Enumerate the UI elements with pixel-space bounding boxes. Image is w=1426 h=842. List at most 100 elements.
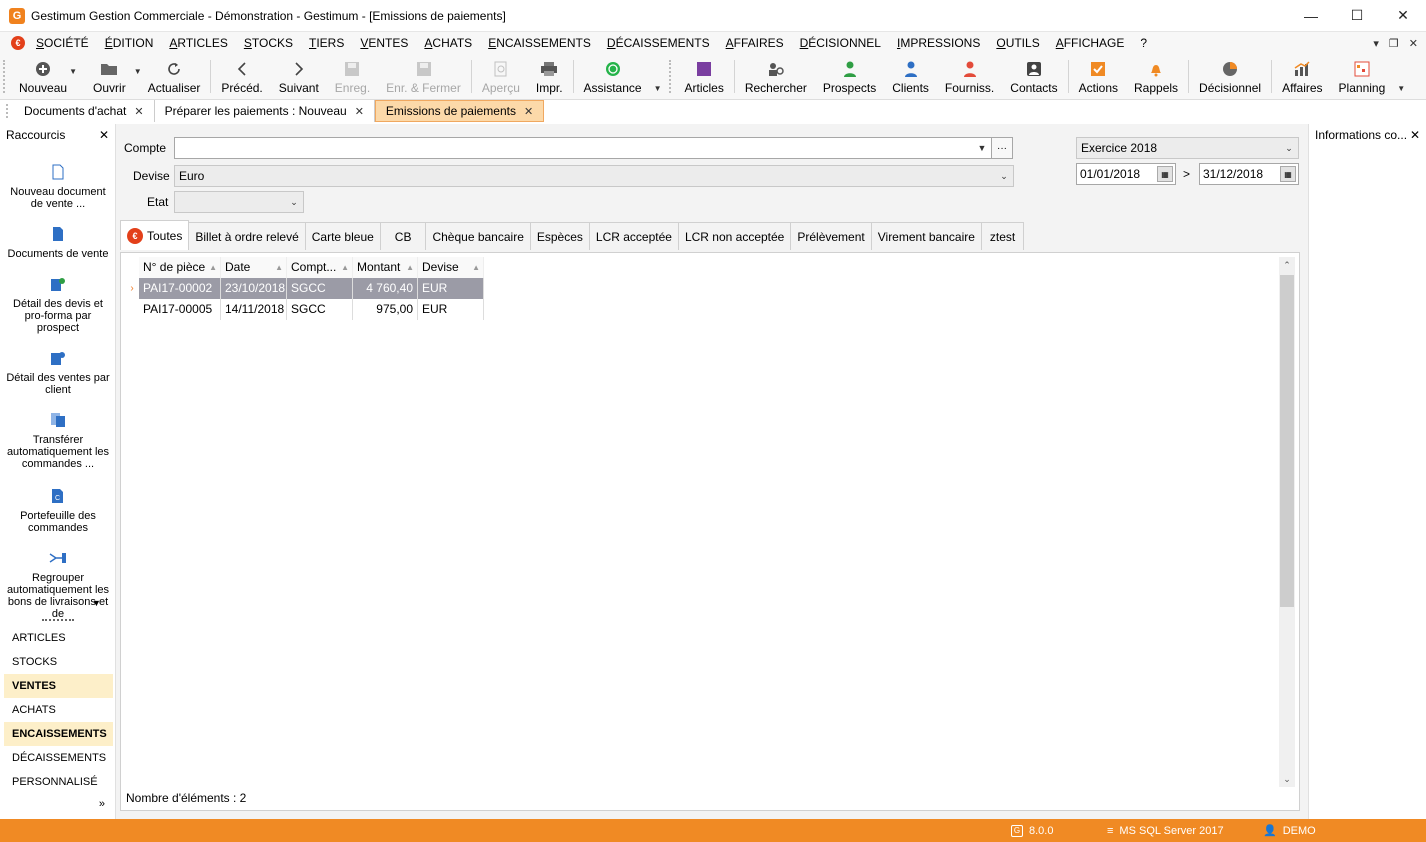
shortcut-documents-vente[interactable]: Documents de vente (0, 224, 116, 260)
close-icon[interactable]: ✕ (1410, 128, 1420, 142)
cell-devise[interactable]: EUR (418, 278, 484, 299)
prospects-button[interactable]: Prospects (815, 54, 884, 99)
cell-compte[interactable]: SGCC (287, 278, 353, 299)
minimize-button[interactable]: — (1288, 0, 1334, 32)
shortcut-portefeuille-commandes[interactable]: C Portefeuille des commandes (0, 486, 116, 534)
articles-button[interactable]: Articles (677, 54, 732, 99)
mdi-minimize-button[interactable]: ▾ (1373, 37, 1379, 50)
sidebar-category-decaissements[interactable]: DÉCAISSEMENTS (4, 746, 113, 770)
close-button[interactable]: ✕ (1380, 0, 1426, 32)
calendar-icon[interactable]: ▦ (1157, 166, 1173, 182)
tab-carte-bleue[interactable]: Carte bleue (304, 222, 381, 250)
sidebar-category-stocks[interactable]: STOCKS (4, 650, 113, 674)
toolbar-overflow-icon[interactable]: ▼ (1393, 54, 1409, 99)
doc-tab-documents-achat[interactable]: Documents d'achat ✕ (14, 100, 155, 122)
date-from-input[interactable]: 01/01/2018 ▦ (1076, 163, 1176, 185)
suivant-button[interactable]: Suivant (271, 54, 327, 99)
close-icon[interactable]: ✕ (524, 105, 533, 118)
planning-button[interactable]: Planning (1331, 54, 1394, 99)
doc-tab-preparer-paiements[interactable]: Préparer les paiements : Nouveau ✕ (155, 100, 375, 122)
preced-button[interactable]: Précéd. (213, 54, 270, 99)
toolbar-grip[interactable] (3, 60, 11, 93)
rechercher-button[interactable]: Rechercher (737, 54, 815, 99)
chevron-down-icon[interactable]: ⌄ (285, 192, 303, 212)
menu-tiers[interactable]: TIERS (301, 32, 352, 54)
menu-decaissements[interactable]: DÉCAISSEMENTS (599, 32, 718, 54)
mdi-close-button[interactable]: ✕ (1409, 37, 1418, 50)
menu-achats[interactable]: ACHATS (416, 32, 480, 54)
close-icon[interactable]: ✕ (99, 128, 109, 142)
compte-lookup-button[interactable]: ··· (991, 137, 1013, 159)
rappels-button[interactable]: Rappels (1126, 54, 1186, 99)
actualiser-button[interactable]: Actualiser (140, 54, 209, 99)
tab-lcr-acceptee[interactable]: LCR acceptée (588, 222, 679, 250)
cell-montant[interactable]: 975,00 (353, 299, 418, 320)
menu-affaires[interactable]: AFFAIRES (718, 32, 792, 54)
sidebar-more-button[interactable]: » (99, 798, 105, 810)
scrollbar-thumb[interactable] (1280, 275, 1294, 607)
toolbar-overflow-icon[interactable]: ▼ (650, 54, 666, 99)
menu-stocks[interactable]: STOCKS (236, 32, 301, 54)
impr-button[interactable]: Impr. (528, 54, 571, 99)
apercu-button[interactable]: Aperçu (474, 54, 528, 99)
exercice-select[interactable]: Exercice 2018 ⌄ (1076, 137, 1299, 159)
shortcut-nouveau-document-vente[interactable]: Nouveau document de vente ... (0, 162, 116, 210)
column-header-piece[interactable]: N° de pièce ▲ (139, 257, 221, 278)
menu-affichage[interactable]: AFFICHAGE (1048, 32, 1133, 54)
cell-piece[interactable]: PAI17-00005 (139, 299, 221, 320)
clients-button[interactable]: Clients (884, 54, 937, 99)
cell-compte[interactable]: SGCC (287, 299, 353, 320)
menu-outils[interactable]: OUTILS (988, 32, 1047, 54)
contacts-button[interactable]: Contacts (1002, 54, 1065, 99)
close-icon[interactable]: ✕ (134, 105, 143, 118)
tab-lcr-non-acceptee[interactable]: LCR non acceptée (677, 222, 792, 250)
enr-fermer-button[interactable]: Enr. & Fermer (378, 54, 469, 99)
cell-montant[interactable]: 4 760,40 (353, 278, 418, 299)
nouveau-button[interactable]: Nouveau ▼ (11, 54, 77, 99)
sidebar-category-achats[interactable]: ACHATS (4, 698, 113, 722)
compte-input[interactable]: ▼ (174, 137, 992, 159)
menu-articles[interactable]: ARTICLES (161, 32, 235, 54)
shortcut-regrouper-bl[interactable]: Regrouper automatiquement les bons de li… (0, 548, 116, 620)
tab-prelevement[interactable]: Prélèvement (790, 222, 872, 250)
table-row[interactable]: › PAI17-00002 23/10/2018 SGCC 4 760,40 E… (125, 278, 484, 299)
shortcut-detail-ventes[interactable]: Détail des ventes par client (0, 348, 116, 396)
menu-edition[interactable]: ÉDITION (97, 32, 162, 54)
devise-select[interactable]: Euro ⌄ (174, 165, 1014, 187)
scroll-up-icon[interactable]: ⌃ (1279, 257, 1295, 273)
close-icon[interactable]: ✕ (355, 105, 364, 118)
grid-vertical-scrollbar[interactable]: ⌃ ⌄ (1279, 257, 1295, 787)
table-row[interactable]: PAI17-00005 14/11/2018 SGCC 975,00 EUR (125, 299, 484, 320)
column-header-devise[interactable]: Devise ▲ (418, 257, 484, 278)
column-header-date[interactable]: Date ▲ (221, 257, 287, 278)
menu-app-icon[interactable]: € (8, 34, 28, 52)
menu-decisionnel[interactable]: DÉCISIONNEL (792, 32, 889, 54)
tab-especes[interactable]: Espèces (529, 222, 590, 250)
cell-date[interactable]: 14/11/2018 (221, 299, 287, 320)
decisionnel-button[interactable]: Décisionnel (1191, 54, 1269, 99)
ouvrir-button[interactable]: Ouvrir ▼ (75, 54, 142, 99)
cell-devise[interactable]: EUR (418, 299, 484, 320)
menu-encaissements[interactable]: ENCAISSEMENTS (480, 32, 599, 54)
column-header-compte[interactable]: Compt... ▲ (287, 257, 353, 278)
tab-virement-bancaire[interactable]: Virement bancaire (870, 222, 982, 250)
chevron-down-icon[interactable]: ⌄ (1280, 138, 1298, 158)
tab-billet-ordre[interactable]: Billet à ordre relevé (188, 222, 306, 250)
sidebar-category-personnalise[interactable]: PERSONNALISÉ (4, 770, 113, 794)
calendar-icon[interactable]: ▦ (1280, 166, 1296, 182)
chevron-down-icon[interactable]: ▼ (973, 138, 991, 158)
menu-societe[interactable]: SOCIÉTÉ (28, 32, 97, 54)
mdi-restore-button[interactable]: ❐ (1389, 37, 1399, 50)
shortcut-detail-devis[interactable]: Détail des devis et pro-forma par prospe… (0, 274, 116, 334)
sidebar-scroll-down-icon[interactable]: ▼ (92, 598, 101, 608)
shortcut-transferer-commandes[interactable]: Transférer automatiquement les commandes… (0, 410, 116, 470)
maximize-button[interactable]: ☐ (1334, 0, 1380, 32)
cell-date[interactable]: 23/10/2018 (221, 278, 287, 299)
sidebar-category-ventes[interactable]: VENTES (4, 674, 113, 698)
enreg-button[interactable]: Enreg. (327, 54, 378, 99)
toolbar-grip[interactable] (668, 60, 677, 93)
sidebar-category-articles[interactable]: ARTICLES (4, 626, 113, 650)
column-header-montant[interactable]: Montant ▲ (353, 257, 418, 278)
doc-tab-emissions-paiements[interactable]: Emissions de paiements ✕ (374, 100, 545, 122)
fourniss-button[interactable]: Fourniss. (937, 54, 1002, 99)
